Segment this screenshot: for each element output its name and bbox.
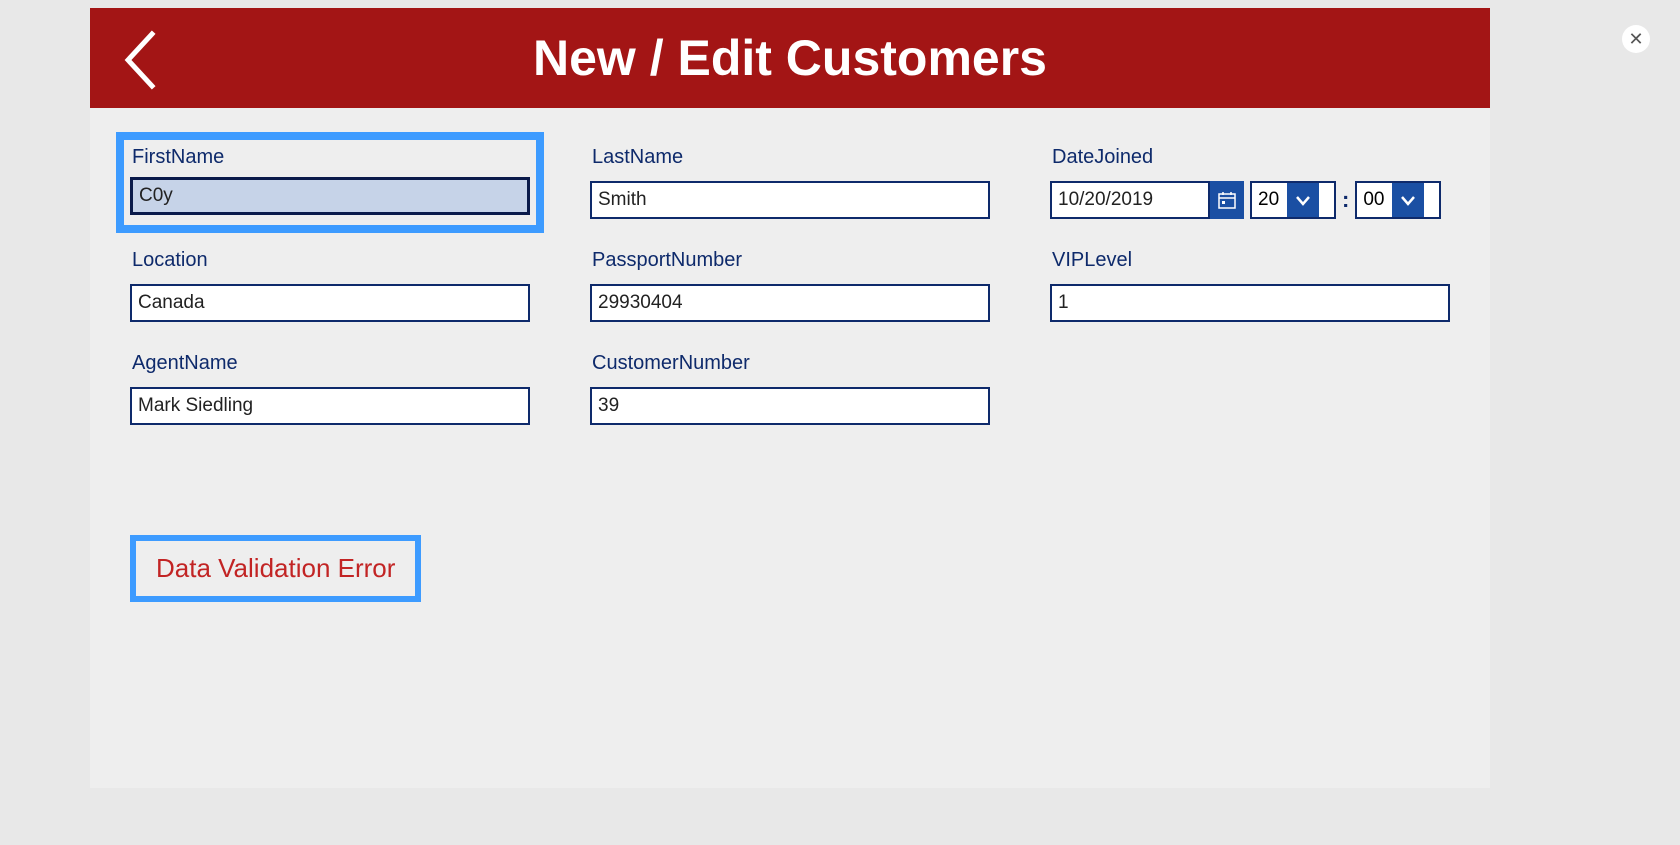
minutes-select[interactable]: 00 (1355, 181, 1441, 219)
validation-error-message: Data Validation Error (130, 535, 421, 602)
calendar-icon (1218, 191, 1236, 209)
hours-select[interactable]: 20 (1250, 181, 1336, 219)
close-icon: ✕ (1628, 29, 1643, 50)
passport-number-input[interactable] (590, 284, 990, 322)
customer-number-label: CustomerNumber (590, 352, 990, 375)
vip-level-label: VIPLevel (1050, 249, 1450, 272)
customer-number-input[interactable] (590, 387, 990, 425)
field-agent-name: AgentName (130, 352, 530, 425)
agent-name-input[interactable] (130, 387, 530, 425)
field-customer-number: CustomerNumber (590, 352, 990, 425)
location-input[interactable] (130, 284, 530, 322)
date-picker-button[interactable] (1210, 181, 1244, 219)
minutes-dropdown-icon (1392, 183, 1424, 217)
first-name-input[interactable] (130, 177, 530, 215)
last-name-label: LastName (590, 146, 990, 169)
header-bar: New / Edit Customers (90, 8, 1490, 108)
minutes-value: 00 (1363, 189, 1384, 211)
chevron-left-icon (120, 30, 160, 90)
hours-value: 20 (1258, 189, 1279, 211)
page-title: New / Edit Customers (90, 29, 1490, 87)
field-last-name: LastName (590, 146, 990, 219)
hours-dropdown-icon (1287, 183, 1319, 217)
passport-number-label: PassportNumber (590, 249, 990, 272)
form-area: FirstName LastName DateJoined (90, 108, 1490, 640)
date-joined-input[interactable] (1050, 181, 1210, 219)
time-separator: : (1342, 187, 1349, 213)
date-joined-label: DateJoined (1050, 146, 1450, 169)
field-first-name: FirstName (116, 132, 544, 233)
last-name-input[interactable] (590, 181, 990, 219)
back-button[interactable] (120, 30, 160, 95)
agent-name-label: AgentName (130, 352, 530, 375)
customer-form-window: New / Edit Customers FirstName LastName … (90, 8, 1490, 788)
field-vip-level: VIPLevel (1050, 249, 1450, 322)
field-passport-number: PassportNumber (590, 249, 990, 322)
vip-level-input[interactable] (1050, 284, 1450, 322)
field-date-joined: DateJoined 20 (1050, 146, 1450, 219)
first-name-label: FirstName (130, 146, 530, 169)
field-location: Location (130, 249, 530, 322)
location-label: Location (130, 249, 530, 272)
close-button[interactable]: ✕ (1622, 25, 1650, 53)
